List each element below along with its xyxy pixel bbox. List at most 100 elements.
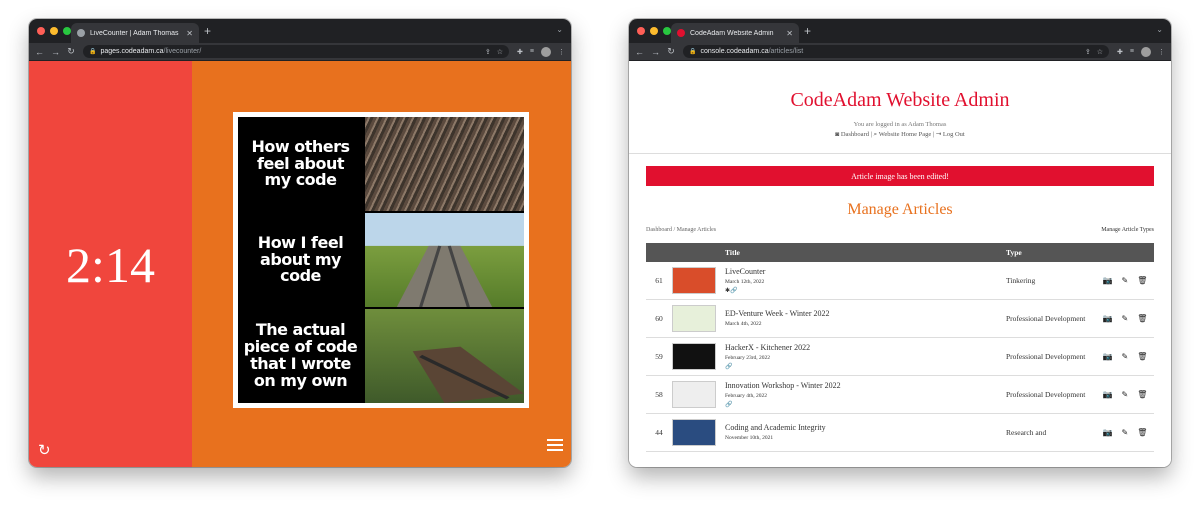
article-type: Research and [1006, 413, 1096, 452]
article-title[interactable]: Coding and Academic Integrity [725, 423, 1006, 432]
reload-icon[interactable]: ↻ [667, 46, 675, 57]
search-icon: ⌕ [873, 131, 878, 138]
trash-icon[interactable]: 🗑 [1137, 276, 1147, 285]
straight-railway-image [365, 213, 524, 307]
article-type: Professional Development [1006, 299, 1096, 338]
minimize-window-button[interactable] [50, 27, 58, 35]
kebab-menu-icon[interactable]: ⋮ [1158, 48, 1165, 56]
article-type: Tinkering [1006, 262, 1096, 300]
edit-icon[interactable]: ✎ [1122, 352, 1129, 361]
reading-list-icon[interactable]: ≡ [530, 48, 534, 55]
chevron-down-icon[interactable]: ⌄ [556, 25, 563, 34]
menu-icon[interactable] [547, 439, 563, 454]
camera-icon[interactable]: 📷 [1103, 352, 1113, 361]
camera-icon[interactable]: 📷 [1103, 314, 1113, 323]
table-row: 58 Innovation Workshop - Winter 2022 Feb… [646, 375, 1154, 414]
tab-close-icon[interactable]: ✕ [786, 29, 793, 38]
article-title[interactable]: HackerX - Kitchener 2022 [725, 343, 1006, 352]
manage-types-link[interactable]: Manage Article Types [1101, 227, 1154, 233]
browser-toolbar: ← → ↻ 🔒 console.codeadam.ca /articles/li… [629, 43, 1171, 61]
maximize-window-button[interactable] [63, 27, 71, 35]
article-id: 44 [646, 413, 672, 452]
maximize-window-button[interactable] [663, 27, 671, 35]
back-arrow-icon[interactable]: ← [635, 47, 644, 57]
counter-panel: 2:14 ↻ [29, 61, 192, 467]
article-title[interactable]: LiveCounter [725, 267, 1006, 276]
breadcrumb[interactable]: Dashboard / Manage Articles [646, 227, 716, 233]
article-date: March 12th, 2022 [725, 279, 765, 285]
new-tab-button[interactable]: + [204, 24, 211, 38]
tab-title: CodeAdam Website Admin [690, 29, 774, 37]
col-thumb [672, 243, 725, 262]
camera-icon[interactable]: 📷 [1103, 390, 1113, 399]
browser-tab[interactable]: LiveCounter | Adam Thomas ✕ [71, 23, 199, 43]
article-title[interactable]: Innovation Workshop - Winter 2022 [725, 381, 1006, 390]
address-bar[interactable]: 🔒 console.codeadam.ca /articles/list ⇪ ☆ [683, 45, 1110, 58]
share-icon[interactable]: ⇪ [485, 48, 491, 56]
trash-icon[interactable]: 🗑 [1137, 314, 1147, 323]
article-id: 60 [646, 299, 672, 338]
star-icon[interactable]: ☆ [1097, 48, 1103, 56]
back-arrow-icon[interactable]: ← [35, 47, 44, 57]
article-id: 59 [646, 337, 672, 376]
forward-arrow-icon[interactable]: → [651, 47, 660, 57]
logout-icon: ⇥ [935, 131, 942, 138]
camera-icon[interactable]: 📷 [1103, 276, 1113, 285]
avatar[interactable] [1141, 46, 1151, 57]
admin-page: CodeAdam Website Admin You are logged in… [629, 61, 1171, 467]
close-window-button[interactable] [37, 27, 45, 35]
divider [629, 153, 1171, 154]
table-row: 61 LiveCounter March 12th, 2022 ✱🔗 Tinke… [646, 262, 1154, 300]
trash-icon[interactable]: 🗑 [1137, 428, 1147, 437]
col-actions [1096, 243, 1154, 262]
article-title[interactable]: ED-Venture Week - Winter 2022 [725, 309, 1006, 318]
extensions-icon[interactable]: ✚ [517, 48, 523, 56]
edit-icon[interactable]: ✎ [1122, 314, 1129, 323]
codeadam-favicon-icon [677, 29, 685, 37]
browser-tab[interactable]: CodeAdam Website Admin ✕ [671, 23, 799, 43]
camera-icon[interactable]: 📷 [1103, 428, 1113, 437]
window-controls [637, 27, 671, 35]
link-icons: ✱🔗 [725, 288, 738, 294]
trash-icon[interactable]: 🗑 [1137, 390, 1147, 399]
reload-icon[interactable]: ↻ [67, 46, 75, 57]
chevron-down-icon[interactable]: ⌄ [1156, 25, 1163, 34]
link-icons: 🔗 [725, 364, 733, 370]
col-type: Type [1006, 243, 1096, 262]
edit-icon[interactable]: ✎ [1122, 428, 1129, 437]
table-row: 60 ED-Venture Week - Winter 2022 March 4… [646, 299, 1154, 338]
star-icon[interactable]: ☆ [497, 48, 503, 56]
trash-icon[interactable]: 🗑 [1137, 352, 1147, 361]
edit-icon[interactable]: ✎ [1122, 390, 1129, 399]
website-home-link[interactable]: Website Home Page [879, 131, 932, 138]
dashboard-link[interactable]: Dashboard [841, 131, 869, 138]
minimize-window-button[interactable] [650, 27, 658, 35]
tab-bar: LiveCounter | Adam Thomas ✕ + ⌄ [29, 19, 571, 43]
tab-title: LiveCounter | Adam Thomas [90, 29, 179, 37]
kebab-menu-icon[interactable]: ⋮ [558, 48, 565, 56]
browser-window-livecounter: LiveCounter | Adam Thomas ✕ + ⌄ ← → ↻ 🔒 … [29, 19, 571, 467]
site-title: CodeAdam Website Admin [790, 89, 1010, 111]
forward-arrow-icon[interactable]: → [51, 47, 60, 57]
meme-caption: How others feel about my code [238, 117, 363, 211]
avatar[interactable] [541, 46, 551, 57]
close-window-button[interactable] [637, 27, 645, 35]
browser-toolbar: ← → ↻ 🔒 pages.codeadam.ca /livecounter/ … [29, 43, 571, 61]
page-content: 2:14 ↻ How others feel about my code How… [29, 61, 571, 467]
article-thumbnail [672, 381, 716, 408]
browser-window-admin: CodeAdam Website Admin ✕ + ⌄ ← → ↻ 🔒 con… [629, 19, 1171, 467]
edit-icon[interactable]: ✎ [1122, 276, 1129, 285]
new-tab-button[interactable]: + [804, 24, 811, 38]
reading-list-icon[interactable]: ≡ [1130, 48, 1134, 55]
link-icons: 🔗 [725, 402, 733, 408]
logout-link[interactable]: Log Out [943, 131, 965, 138]
extensions-icon[interactable]: ✚ [1117, 48, 1123, 56]
meme-caption: How I feel about my code [238, 213, 363, 307]
address-bar[interactable]: 🔒 pages.codeadam.ca /livecounter/ ⇪ ☆ [83, 45, 510, 58]
tab-close-icon[interactable]: ✕ [186, 29, 193, 38]
refresh-icon[interactable]: ↻ [38, 441, 51, 459]
admin-nav: ◙ Dashboard | ⌕ Website Home Page | ⇥ Lo… [835, 131, 965, 138]
article-thumbnail [672, 267, 716, 294]
share-icon[interactable]: ⇪ [1085, 48, 1091, 56]
url-host: console.codeadam.ca [700, 48, 769, 55]
